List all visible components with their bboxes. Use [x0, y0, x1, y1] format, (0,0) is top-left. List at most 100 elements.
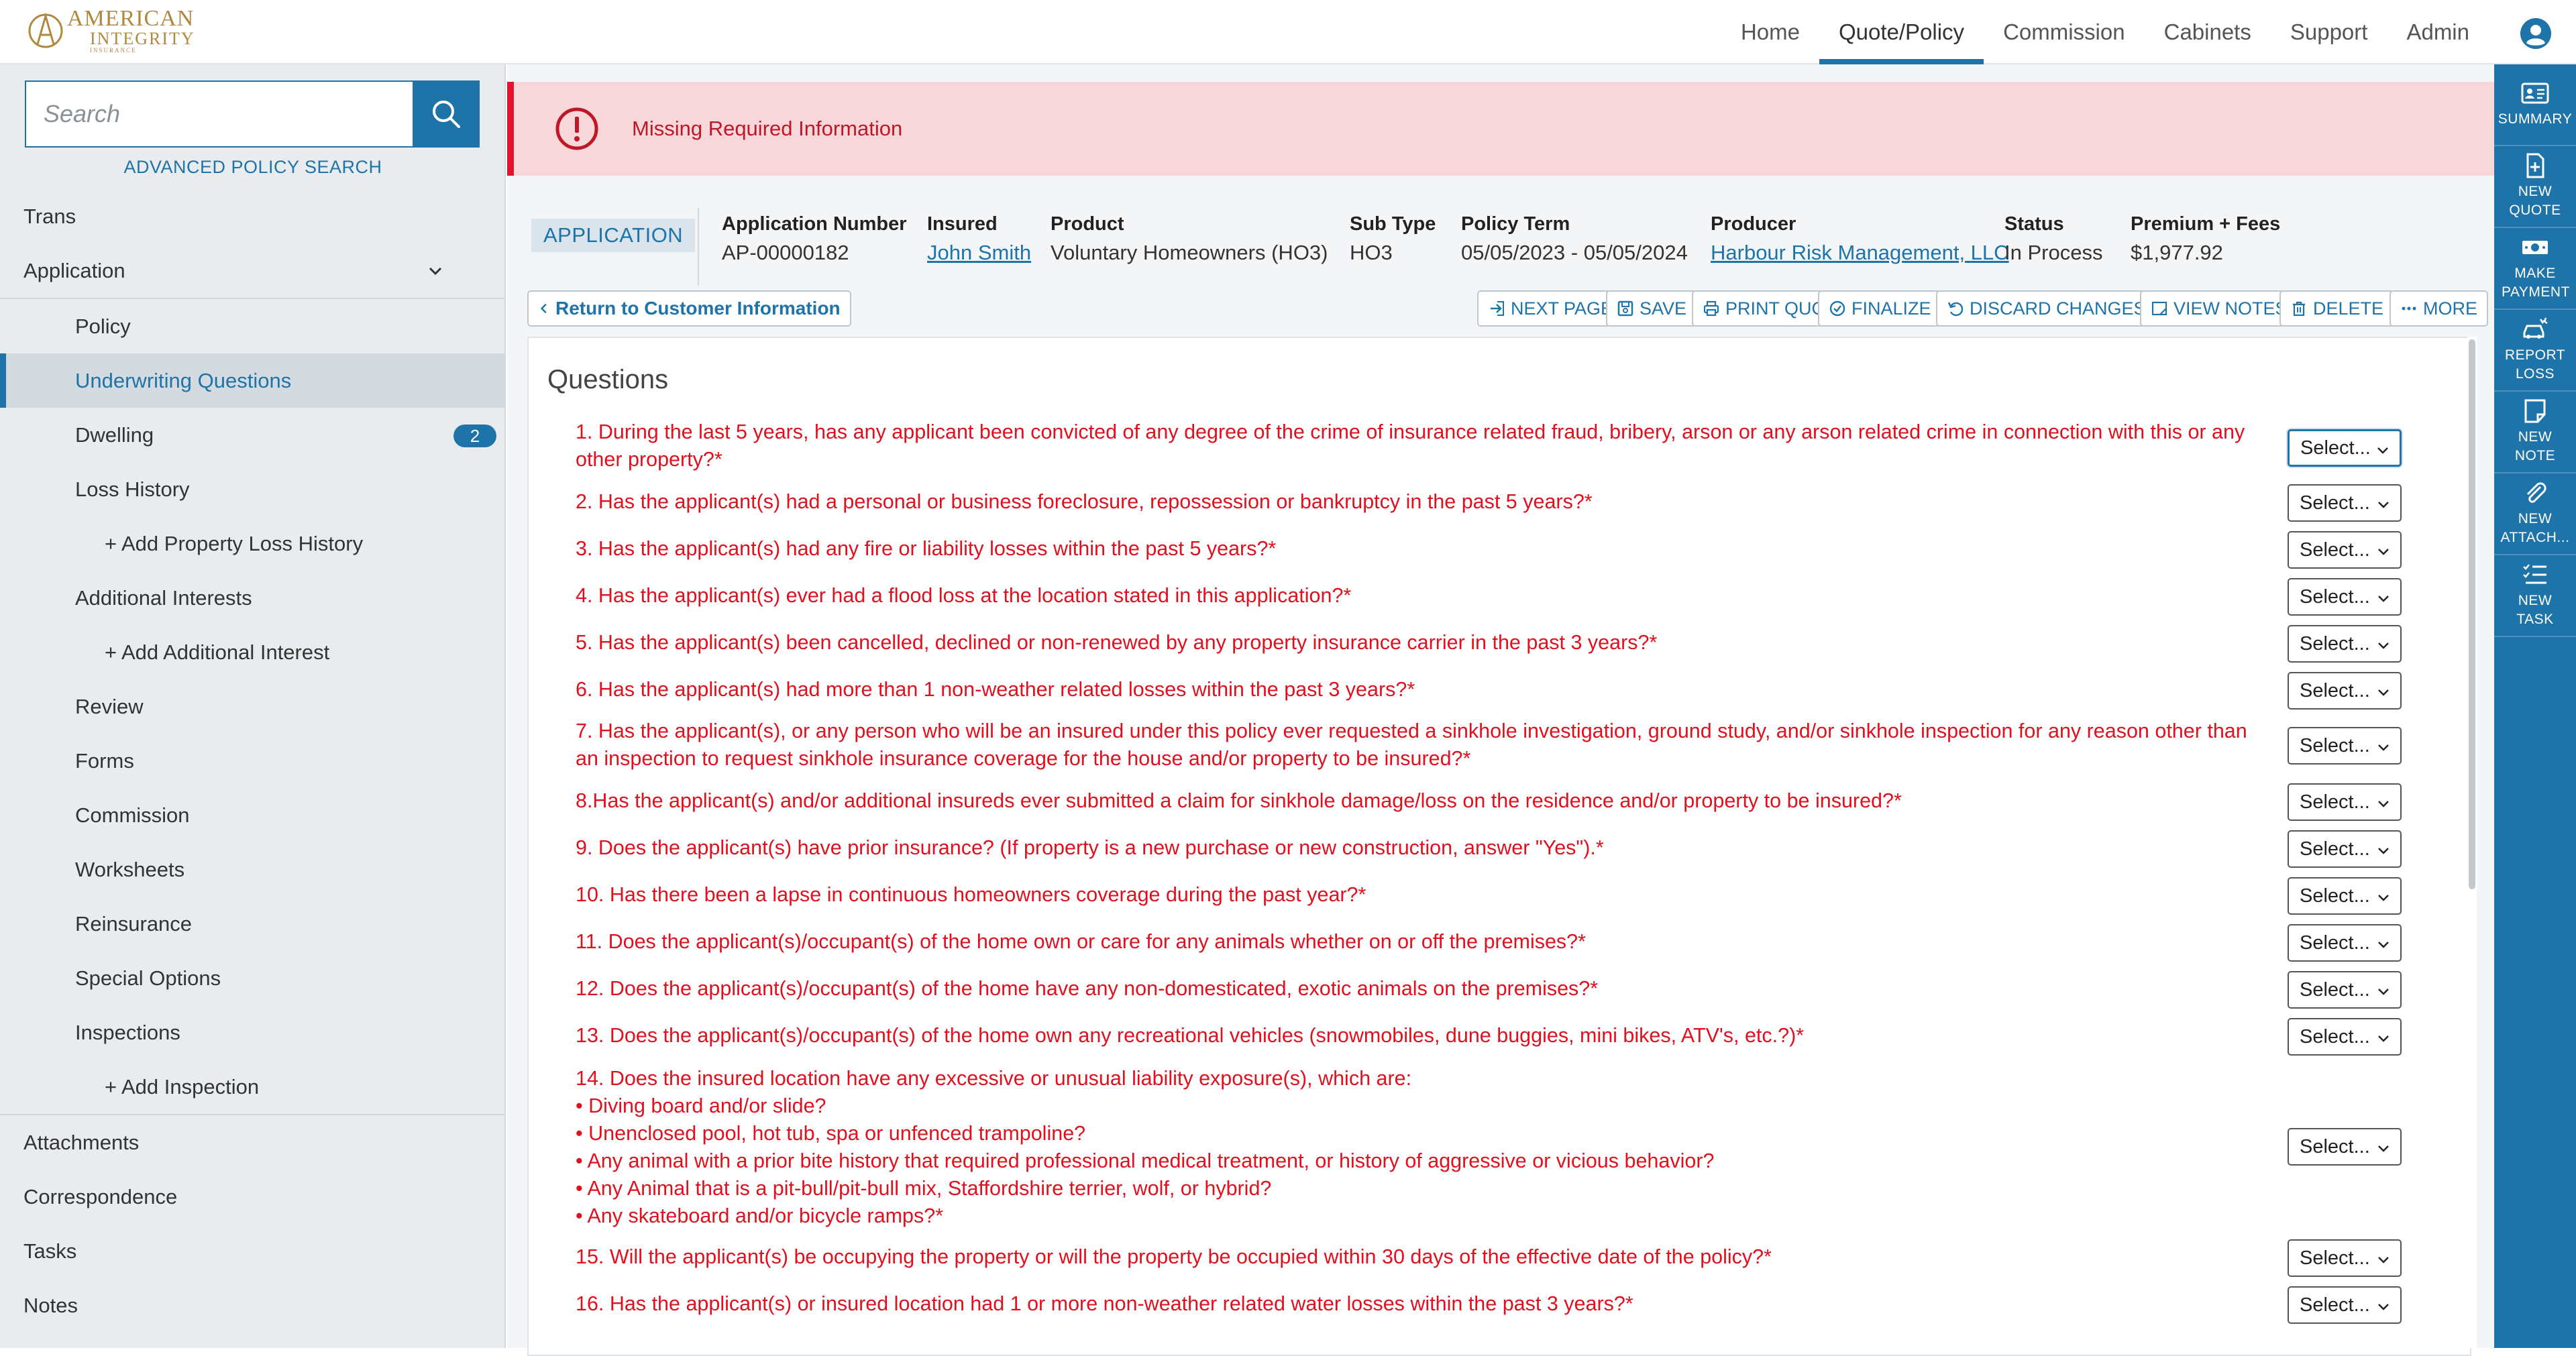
question-14-select[interactable]: Select...	[2288, 1128, 2402, 1166]
paperclip-icon	[2526, 482, 2546, 503]
check-circle-icon	[1829, 300, 1845, 317]
return-to-customer-button[interactable]: Return to Customer Information	[527, 290, 851, 327]
sidebar-item-commission[interactable]: Commission	[0, 788, 504, 842]
sidebar-item-add-inspection[interactable]: + Add Inspection	[0, 1060, 504, 1114]
search-input[interactable]	[25, 80, 413, 148]
question-11-select[interactable]: Select...	[2288, 924, 2402, 962]
advanced-policy-search-link[interactable]: ADVANCED POLICY SEARCH	[0, 157, 506, 178]
sidebar-item-tasks[interactable]: Tasks	[0, 1224, 504, 1278]
question-15-select[interactable]: Select...	[2288, 1239, 2402, 1277]
field-label: Premium + Fees	[2131, 213, 2281, 235]
sidebar-item-label: Trans	[23, 204, 76, 228]
search-icon	[433, 101, 460, 128]
question-5-select[interactable]: Select...	[2288, 625, 2402, 663]
question-1-select[interactable]: Select...	[2288, 429, 2402, 467]
sidebar-item-correspondence[interactable]: Correspondence	[0, 1170, 504, 1224]
sidebar-item-add-property-loss-history[interactable]: + Add Property Loss History	[0, 516, 504, 571]
search-button[interactable]	[413, 80, 480, 148]
question-6-select[interactable]: Select...	[2288, 672, 2402, 710]
select-value: Select...	[2300, 539, 2370, 561]
question-5: 5. Has the applicant(s) been cancelled, …	[576, 631, 1658, 654]
chevron-down-icon	[2378, 744, 2389, 751]
new-note-button[interactable]: NEW NOTE	[2494, 392, 2576, 473]
question-9-select[interactable]: Select...	[2288, 830, 2402, 868]
finalize-button[interactable]: FINALIZE	[1818, 290, 1942, 327]
summary-button[interactable]: SUMMARY	[2494, 64, 2576, 146]
sidebar-item-notes[interactable]: Notes	[0, 1278, 504, 1333]
rail-label: NEW QUOTE	[2509, 184, 2561, 218]
sidebar-item-forms[interactable]: Forms	[0, 734, 504, 788]
question-4-select[interactable]: Select...	[2288, 578, 2402, 616]
question-15: 15. Will the applicant(s) be occupying t…	[576, 1245, 1772, 1268]
company-logo[interactable]: AMERICAN INTEGRITY INSURANCE	[25, 7, 195, 54]
sidebar-item-add-additional-interest[interactable]: + Add Additional Interest	[0, 625, 504, 679]
nav-home[interactable]: Home	[1721, 0, 1819, 64]
button-label: MORE	[2423, 298, 2477, 319]
question-16-select[interactable]: Select...	[2288, 1286, 2402, 1324]
sidebar-item-underwriting-questions[interactable]: Underwriting Questions	[0, 353, 504, 408]
sidebar-item-label: Reinsurance	[75, 911, 193, 936]
question-10-select[interactable]: Select...	[2288, 877, 2402, 915]
make-payment-button[interactable]: MAKE PAYMENT	[2494, 228, 2576, 310]
insured-link[interactable]: John Smith	[927, 241, 1031, 265]
question-3-select[interactable]: Select...	[2288, 531, 2402, 569]
discard-changes-button[interactable]: DISCARD CHANGES	[1936, 290, 2157, 327]
question-8-select[interactable]: Select...	[2288, 783, 2402, 821]
field-label: Status	[2004, 213, 2064, 235]
question-11: 11. Does the applicant(s)/occupant(s) of…	[576, 930, 1587, 953]
nav-quote-policy[interactable]: Quote/Policy	[1819, 0, 1984, 64]
question-13: 13. Does the applicant(s)/occupant(s) of…	[576, 1024, 1805, 1047]
divider	[698, 208, 699, 286]
new-task-button[interactable]: NEW TASK	[2494, 555, 2576, 637]
sidebar-item-policy[interactable]: Policy	[0, 299, 504, 353]
report-loss-button[interactable]: REPORT LOSS	[2494, 310, 2576, 392]
sidebar-item-trans[interactable]: Trans	[0, 189, 504, 243]
save-button[interactable]: SAVE	[1606, 290, 1698, 327]
missing-info-alert: Missing Required Information	[507, 82, 2494, 176]
sidebar-item-loss-history[interactable]: Loss History	[0, 462, 504, 516]
next-page-button[interactable]: NEXT PAGE	[1477, 290, 1624, 327]
select-value: Select...	[2300, 978, 2370, 1001]
new-attachment-button[interactable]: NEW ATTACH...	[2494, 473, 2576, 555]
nav-support[interactable]: Support	[2271, 0, 2387, 64]
sidebar-item-label: Additional Interests	[75, 585, 252, 610]
save-icon	[1617, 300, 1633, 317]
question-12-select[interactable]: Select...	[2288, 971, 2402, 1009]
nav-admin[interactable]: Admin	[2387, 0, 2489, 64]
sidebar-item-dwelling[interactable]: Dwelling 2	[0, 408, 504, 462]
rail-label: NEW TASK	[2516, 593, 2554, 627]
sidebar-item-additional-interests[interactable]: Additional Interests	[0, 571, 504, 625]
select-value: Select...	[2300, 437, 2371, 459]
more-button[interactable]: MORE	[2390, 290, 2488, 327]
sidebar-item-label: Attachments	[23, 1130, 140, 1154]
field-insured: Insured John Smith	[927, 213, 1031, 265]
chevron-down-icon[interactable]	[427, 262, 444, 280]
select-value: Select...	[2300, 1025, 2370, 1048]
sidebar-item-label: Commission	[75, 803, 190, 827]
question-13-select[interactable]: Select...	[2288, 1018, 2402, 1056]
sidebar-item-attachments[interactable]: Attachments	[0, 1115, 504, 1170]
question-7-select[interactable]: Select...	[2288, 727, 2402, 765]
user-account-icon[interactable]	[2520, 17, 2552, 50]
nav-commission[interactable]: Commission	[1984, 0, 2145, 64]
question-6: 6. Has the applicant(s) had more than 1 …	[576, 678, 1415, 701]
sidebar-item-worksheets[interactable]: Worksheets	[0, 842, 504, 897]
search-box	[25, 80, 480, 148]
questions-scrollbar-thumb[interactable]	[2469, 339, 2475, 889]
sidebar-item-special-options[interactable]: Special Options	[0, 951, 504, 1005]
rail-label: NEW ATTACH...	[2500, 511, 2570, 545]
dwelling-count-badge: 2	[453, 425, 496, 447]
nav-cabinets[interactable]: Cabinets	[2145, 0, 2271, 64]
question-14-bullet: • Unenclosed pool, hot tub, spa or unfen…	[576, 1122, 1086, 1145]
question-2-select[interactable]: Select...	[2288, 484, 2402, 522]
main-content: Missing Required Information APPLICATION…	[507, 64, 2494, 1356]
sidebar-item-inspections[interactable]: Inspections	[0, 1005, 504, 1060]
view-notes-button[interactable]: VIEW NOTES	[2140, 290, 2298, 327]
sidebar-item-review[interactable]: Review	[0, 679, 504, 734]
new-quote-button[interactable]: NEW QUOTE	[2494, 146, 2576, 228]
sidebar-item-reinsurance[interactable]: Reinsurance	[0, 897, 504, 951]
sidebar-item-application[interactable]: Application	[0, 243, 504, 298]
sidebar-item-label: Tasks	[23, 1239, 77, 1263]
delete-button[interactable]: DELETE	[2279, 290, 2395, 327]
producer-link[interactable]: Harbour Risk Management, LLC	[1711, 241, 2009, 265]
